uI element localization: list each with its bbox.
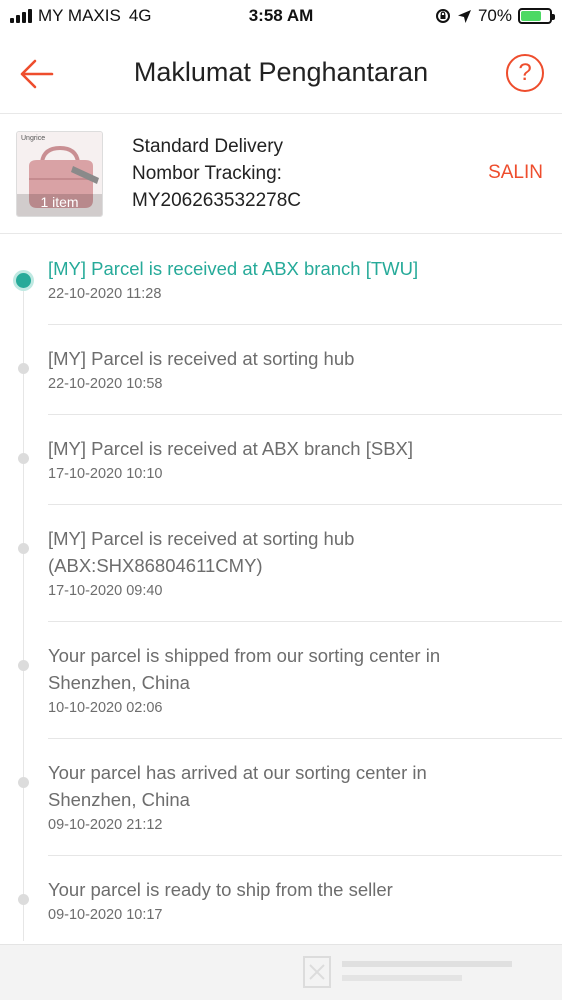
battery-percent: 70% [477,6,512,25]
event-description-line-2: (ABX:SHX86804611CMY) [48,555,263,576]
status-dot [18,453,29,464]
event-description: [MY] Parcel is received at ABX branch [T… [48,258,419,279]
active-status-dot [16,273,31,288]
status-bar: MY MAXIS 4G 3:58 AM 70% [0,0,562,32]
timeline-event: Your parcel is ready to ship from the se… [18,856,562,946]
event-description: Your parcel is shipped from our sorting … [48,645,441,666]
event-timestamp: 17-10-2020 10:10 [48,466,163,482]
header: Maklumat Penghantaran ? [0,32,562,114]
location-arrow-icon [457,9,471,23]
thumbnail-brand: Ungrice [21,135,46,142]
question-circle-icon: ? [518,59,532,86]
event-timestamp: 09-10-2020 10:17 [48,907,163,923]
event-timestamp: 22-10-2020 10:58 [48,376,163,392]
delivery-info: Ungrice 1 item Standard Delivery Nombor … [0,116,562,234]
tracking-label: Nombor Tracking: [132,163,282,184]
status-dot [18,777,29,788]
battery-icon [518,8,555,24]
status-left: MY MAXIS 4G [10,6,210,26]
status-dot [18,660,29,671]
event-description: [MY] Parcel is received at ABX branch [S… [48,438,414,459]
signal-icon [10,9,32,23]
page-title: Maklumat Penghantaran [133,57,429,87]
timeline-line [23,281,24,941]
timeline-event: [MY] Parcel is received at ABX branch [T… [16,235,562,325]
timeline-event: Your parcel is shipped from our sorting … [18,622,562,739]
status-dot [18,543,29,554]
event-description: Your parcel is ready to ship from the se… [48,879,393,900]
event-timestamp: 10-10-2020 02:06 [48,700,163,716]
event-timestamp: 22-10-2020 11:28 [48,286,162,302]
back-button[interactable] [18,54,58,94]
tracking-timeline: [MY] Parcel is received at ABX branch [T… [0,235,562,946]
event-description: [MY] Parcel is received at sorting hub [48,528,355,549]
help-button[interactable]: ? [506,54,544,92]
event-description: Your parcel has arrived at our sorting c… [48,762,427,783]
product-thumbnail[interactable]: Ungrice 1 item [16,131,103,217]
item-count: 1 item [40,194,79,210]
status-dot [18,363,29,374]
status-dot [18,894,29,905]
delivery-method: Standard Delivery [132,136,284,157]
copy-tracking-button[interactable]: SALIN [488,162,543,184]
event-description-line-2: Shenzhen, China [48,789,190,810]
rotation-lock-icon [435,9,450,23]
bottom-bar [0,944,562,1000]
battery-fill [521,11,541,21]
event-timestamp: 17-10-2020 09:40 [48,583,163,599]
event-description-line-2: Shenzhen, China [48,672,190,693]
timeline-event: [MY] Parcel is received at ABX branch [S… [18,415,562,505]
delivery-details: Standard Delivery Nombor Tracking: MY206… [132,133,301,214]
tracking-number: MY206263532278C [132,190,302,211]
status-right: 70% [435,6,555,26]
carrier-name: MY MAXIS [38,6,121,25]
event-description: [MY] Parcel is received at sorting hub [48,348,355,369]
timeline-event: [MY] Parcel is received at sorting hub (… [18,505,562,622]
watermark-logo-icon [303,956,512,988]
timeline-event: [MY] Parcel is received at sorting hub 2… [18,325,562,415]
arrow-left-icon [20,59,54,89]
timeline-event: Your parcel has arrived at our sorting c… [18,739,562,856]
network-type: 4G [128,6,152,25]
event-timestamp: 09-10-2020 21:12 [48,817,163,833]
